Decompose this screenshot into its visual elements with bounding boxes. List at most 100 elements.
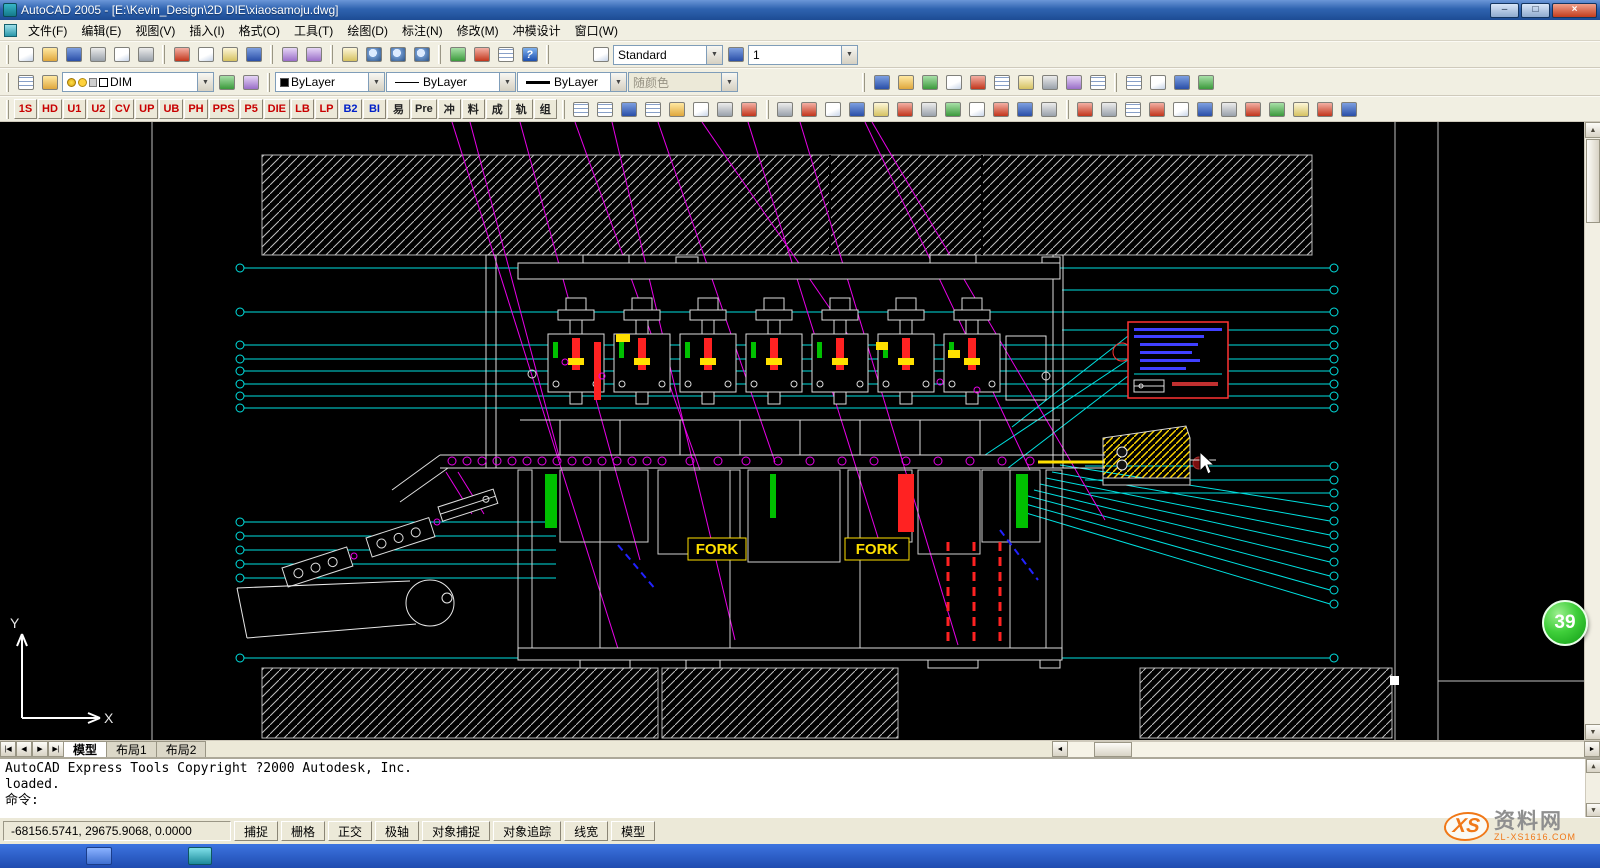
die-cmd-die[interactable]: DIE <box>264 99 290 119</box>
mold-tool-8-button[interactable] <box>1242 98 1265 120</box>
die-pin-button[interactable] <box>714 98 737 120</box>
new-button[interactable] <box>14 44 37 66</box>
text-style-button[interactable] <box>589 44 612 66</box>
render-button[interactable] <box>1194 71 1217 93</box>
punch-list-button[interactable] <box>618 98 641 120</box>
mold-tool-4-button[interactable] <box>1146 98 1169 120</box>
minimize-button[interactable]: – <box>1490 3 1519 18</box>
die-cmd-track[interactable]: 轨 <box>510 99 533 119</box>
scale-tool-button[interactable] <box>724 44 747 66</box>
zoom-window-button[interactable] <box>386 44 409 66</box>
close-button[interactable]: × <box>1552 3 1597 18</box>
toggle-grid[interactable]: 栅格 <box>281 821 325 841</box>
combo-arrow-icon[interactable]: ▼ <box>368 73 384 91</box>
die-cmd-form[interactable]: 成 <box>486 99 509 119</box>
die-cmd-material[interactable]: 料 <box>462 99 485 119</box>
toolbar-grip[interactable] <box>1114 73 1117 92</box>
hyperlink-button[interactable] <box>1170 71 1193 93</box>
sheetset-manager-button[interactable] <box>942 71 965 93</box>
linetype-combo[interactable]: ByLayer ▼ <box>386 72 516 92</box>
tab-layout1[interactable]: 布局1 <box>106 741 157 757</box>
layer-manager-button[interactable] <box>14 71 37 93</box>
punch-tool-8-button[interactable] <box>942 98 965 120</box>
menu-view[interactable]: 视图(V) <box>128 20 182 41</box>
horizontal-scroll-track[interactable] <box>1068 741 1584 757</box>
publish-button[interactable] <box>134 44 157 66</box>
menu-file[interactable]: 文件(F) <box>21 20 74 41</box>
mold-tool-5-button[interactable] <box>1170 98 1193 120</box>
die-cmd-bi[interactable]: BI <box>363 99 386 119</box>
layer-translate-button[interactable] <box>1086 71 1109 93</box>
toggle-osnap[interactable]: 对象捕捉 <box>422 821 490 841</box>
strip-layout-button[interactable] <box>570 98 593 120</box>
markup-manager-button[interactable] <box>966 71 989 93</box>
xref-manager-button[interactable] <box>1038 71 1061 93</box>
paste-button[interactable] <box>218 44 241 66</box>
model-canvas[interactable]: FORK FORK <box>0 122 1600 740</box>
die-cmd-p5[interactable]: P5 <box>240 99 263 119</box>
vertical-scroll-thumb[interactable] <box>1586 139 1600 223</box>
save-button[interactable] <box>62 44 85 66</box>
toolbar-grip[interactable] <box>862 73 865 92</box>
die-cmd-cv[interactable]: CV <box>111 99 134 119</box>
tab-first-button[interactable]: |◀ <box>0 741 16 757</box>
punch-tool-5-button[interactable] <box>870 98 893 120</box>
mold-tool-6-button[interactable] <box>1194 98 1217 120</box>
scroll-up-button[interactable]: ▲ <box>1585 122 1600 138</box>
die-cmd-lb[interactable]: LB <box>291 99 314 119</box>
die-cmd-u1[interactable]: U1 <box>63 99 86 119</box>
die-cmd-up[interactable]: UP <box>135 99 158 119</box>
toggle-model-space[interactable]: 模型 <box>611 821 655 841</box>
selection-grip[interactable] <box>1390 676 1399 685</box>
mold-tool-1-button[interactable] <box>1074 98 1097 120</box>
toolbar-grip[interactable] <box>267 73 270 92</box>
copy-button[interactable] <box>194 44 217 66</box>
menu-tools[interactable]: 工具(T) <box>287 20 340 41</box>
command-scroll-down-button[interactable]: ▼ <box>1586 803 1600 817</box>
die-bom-button[interactable] <box>666 98 689 120</box>
taskbar-quicklaunch-icon[interactable] <box>188 847 212 865</box>
match-properties-button[interactable] <box>242 44 265 66</box>
menu-format[interactable]: 格式(O) <box>232 20 287 41</box>
scroll-down-button[interactable]: ▼ <box>1585 724 1600 740</box>
windows-taskbar[interactable] <box>0 844 1600 868</box>
die-grid-button[interactable] <box>642 98 665 120</box>
toolbar-grip[interactable] <box>330 45 333 64</box>
mold-tool-3-button[interactable] <box>1122 98 1145 120</box>
die-plate-button[interactable] <box>690 98 713 120</box>
menu-insert[interactable]: 插入(I) <box>182 20 231 41</box>
combo-arrow-icon[interactable]: ▼ <box>841 46 857 64</box>
field-tool-button[interactable] <box>1146 71 1169 93</box>
lineweight-combo[interactable]: ByLayer ▼ <box>517 72 627 92</box>
die-cmd-pre[interactable]: Pre <box>411 99 437 119</box>
menu-dimension[interactable]: 标注(N) <box>395 20 450 41</box>
die-cmd-punch[interactable]: 冲 <box>438 99 461 119</box>
tab-prev-button[interactable]: ◀ <box>16 741 32 757</box>
menu-window[interactable]: 窗口(W) <box>568 20 625 41</box>
toolbar-grip[interactable] <box>270 45 273 64</box>
die-cmd-lp[interactable]: LP <box>315 99 338 119</box>
command-prompt[interactable]: 命令: <box>5 793 1582 809</box>
toolbar-grip[interactable] <box>438 45 441 64</box>
command-scrollbar[interactable]: ▲ ▼ <box>1585 759 1600 817</box>
toolbar-grip[interactable] <box>162 45 165 64</box>
mold-tool-7-button[interactable] <box>1218 98 1241 120</box>
toolbar-grip[interactable] <box>6 73 9 92</box>
plot-button[interactable] <box>86 44 109 66</box>
tab-model[interactable]: 模型 <box>63 741 107 757</box>
cut-button[interactable] <box>170 44 193 66</box>
command-scroll-up-button[interactable]: ▲ <box>1586 759 1600 773</box>
menu-edit[interactable]: 编辑(E) <box>74 20 128 41</box>
table-tool-button[interactable] <box>1122 71 1145 93</box>
image-manager-button[interactable] <box>1062 71 1085 93</box>
pan-button[interactable] <box>338 44 361 66</box>
punch-tool-9-button[interactable] <box>966 98 989 120</box>
horizontal-scroll-thumb[interactable] <box>1094 742 1132 757</box>
toggle-ortho[interactable]: 正交 <box>328 821 372 841</box>
layer-previous-button[interactable] <box>239 71 262 93</box>
coordinate-readout[interactable]: -68156.5741, 29675.9068, 0.0000 <box>3 821 231 841</box>
make-layer-current-button[interactable] <box>215 71 238 93</box>
strip-table-button[interactable] <box>594 98 617 120</box>
punch-tool-11-button[interactable] <box>1014 98 1037 120</box>
die-cmd-b2[interactable]: B2 <box>339 99 362 119</box>
